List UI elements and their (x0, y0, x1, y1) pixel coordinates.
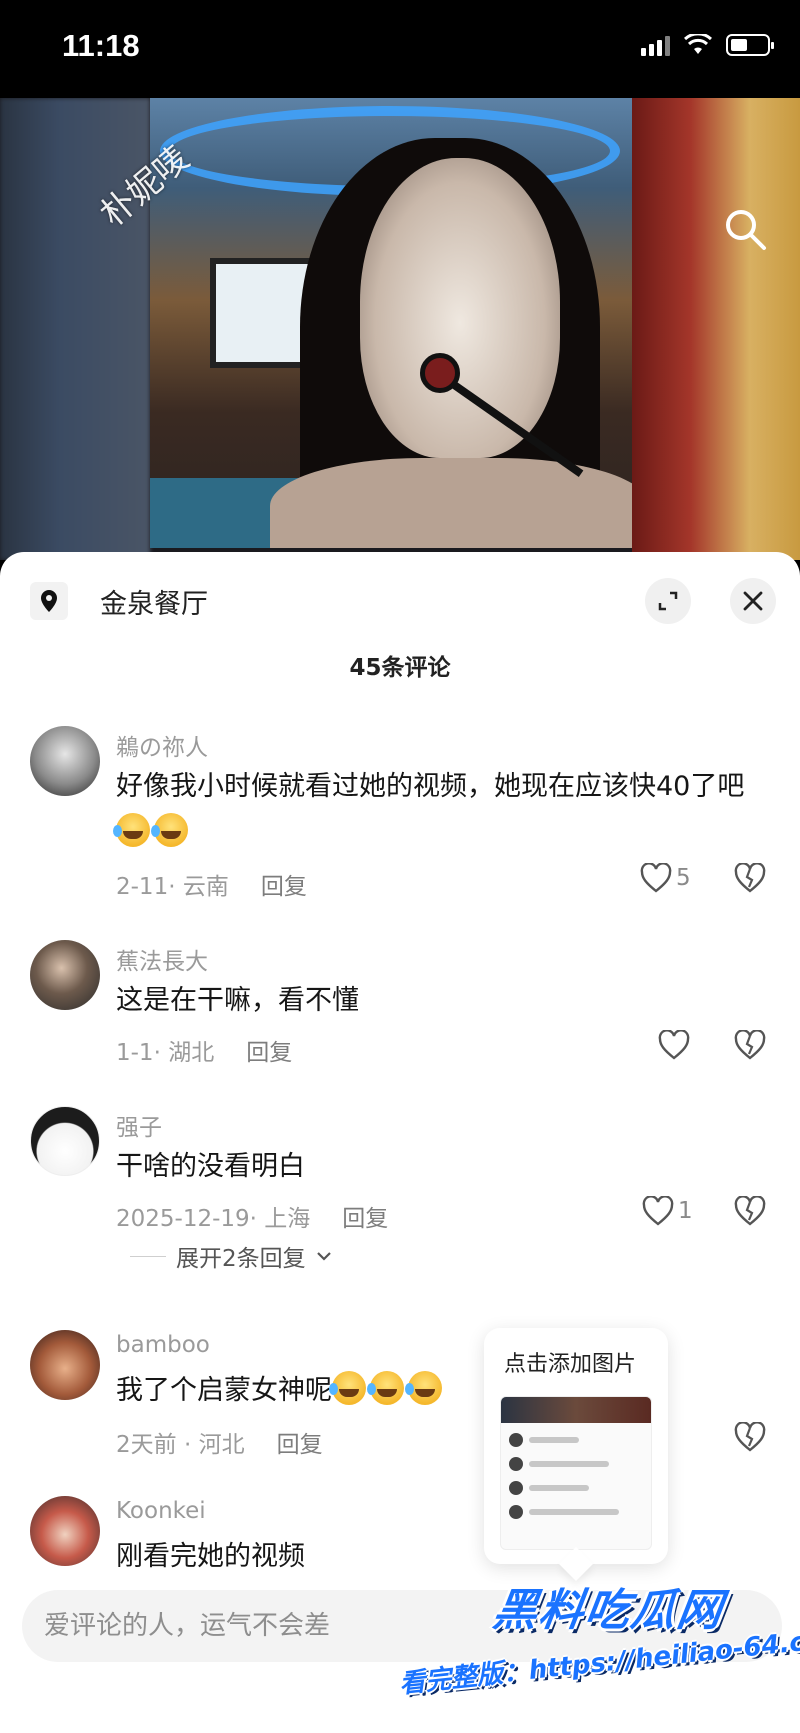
dislike-icon[interactable] (734, 1196, 766, 1226)
sheet-header: 金泉餐厅 (0, 552, 800, 642)
status-time: 11:18 (62, 28, 140, 63)
avatar[interactable] (30, 1496, 100, 1566)
close-button[interactable] (730, 578, 776, 624)
comment-meta: 2025-12-19· 上海 回复 (116, 1206, 389, 1232)
laughing-emoji-icon (405, 1371, 442, 1405)
avatar[interactable] (30, 1106, 100, 1176)
comment-text: 好像我小时候就看过她的视频，她现在应该快40了吧 (113, 764, 756, 856)
comment-meta: 2-11· 云南 回复 (116, 874, 307, 900)
comment-meta: 1-1· 湖北 回复 (116, 1040, 293, 1066)
like-count: 1 (678, 1198, 693, 1224)
heart-icon (658, 1030, 690, 1060)
video-blur-right (632, 98, 800, 560)
dislike-icon[interactable] (734, 1422, 766, 1452)
laughing-emoji-icon (367, 1371, 404, 1405)
expand-button[interactable] (645, 578, 691, 624)
status-bar: 11:18 (0, 0, 800, 98)
sweat-emoji-icon (113, 813, 150, 847)
site-watermark-logo: 黑料吃瓜网 (489, 1585, 727, 1636)
status-icons (641, 34, 774, 56)
screenshot-thumbnail[interactable] (500, 1396, 652, 1550)
sweat-emoji-icon (151, 813, 188, 847)
location-pin-icon (30, 582, 68, 620)
heart-icon (642, 1196, 674, 1226)
comment-username[interactable]: 蕉法長大 (116, 942, 208, 976)
video-player[interactable]: 朴妮唛 (0, 98, 800, 560)
add-image-label: 点击添加图片 (504, 1352, 637, 1377)
comment-username[interactable]: Koonkei (116, 1498, 206, 1524)
comment-meta: 2天前 · 河北 回复 (116, 1432, 323, 1458)
like-button[interactable] (658, 1030, 690, 1060)
comment-username[interactable]: 强子 (116, 1108, 162, 1142)
like-count: 5 (676, 865, 691, 891)
heart-icon (640, 863, 672, 893)
reply-button[interactable]: 回复 (261, 874, 307, 900)
video-frame (150, 98, 632, 548)
wifi-icon (684, 34, 712, 54)
comment-text: 干啥的没看明白 (116, 1151, 305, 1182)
avatar[interactable] (30, 1330, 100, 1400)
reply-button[interactable]: 回复 (277, 1432, 323, 1458)
dislike-icon[interactable] (734, 1030, 766, 1060)
expand-replies-button[interactable]: 展开2条回复 (130, 1239, 332, 1273)
location-name[interactable]: 金泉餐厅 (100, 582, 208, 621)
reply-button[interactable]: 回复 (342, 1206, 388, 1232)
comment-username[interactable]: bamboo (116, 1332, 210, 1358)
signal-icon (641, 34, 670, 56)
battery-icon (726, 34, 774, 56)
chevron-down-icon (316, 1252, 331, 1261)
search-icon[interactable] (722, 206, 768, 252)
comment-username[interactable]: 鵜の祢人 (116, 728, 208, 762)
close-icon (743, 591, 763, 611)
like-button[interactable]: 1 (642, 1196, 693, 1226)
avatar[interactable] (30, 726, 100, 796)
add-image-popup[interactable]: 点击添加图片 (484, 1328, 668, 1564)
laughing-emoji-icon (329, 1371, 366, 1405)
expand-icon (658, 591, 678, 611)
comment-count: 45条评论 (349, 655, 451, 681)
comment-input[interactable] (44, 1590, 564, 1662)
like-button[interactable]: 5 (640, 863, 691, 893)
reply-button[interactable]: 回复 (246, 1040, 292, 1066)
dislike-icon[interactable] (734, 863, 766, 893)
comment-text: 这是在干嘛，看不懂 (116, 985, 359, 1016)
avatar[interactable] (30, 940, 100, 1010)
